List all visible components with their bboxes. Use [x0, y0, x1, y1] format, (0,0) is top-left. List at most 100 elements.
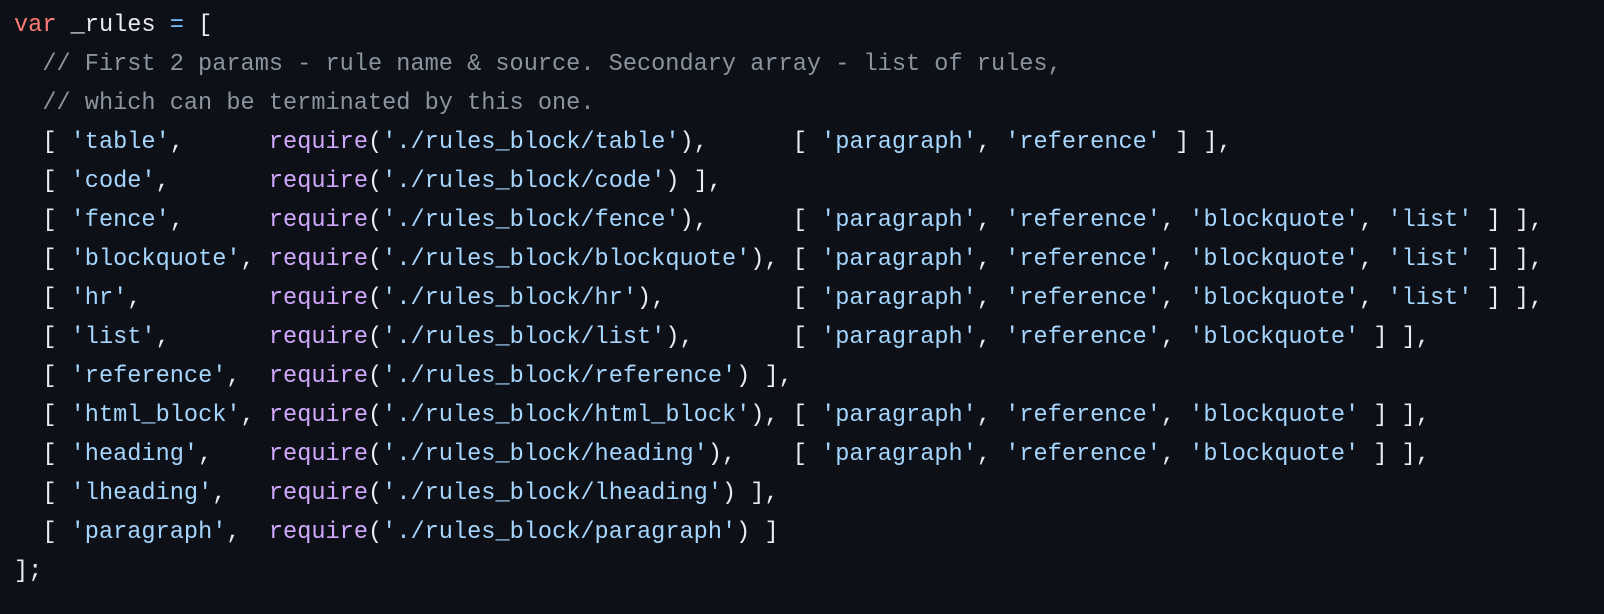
code-line: [ 'lheading', require('./rules_block/lhe… — [14, 474, 1604, 513]
punctuation-token: , — [198, 441, 269, 468]
string-token: 'paragraph' — [821, 324, 977, 351]
string-token: 'paragraph' — [821, 129, 977, 156]
punctuation-token: , — [1160, 246, 1190, 273]
string-token: 'blockquote' — [1189, 441, 1360, 468]
function-token: require — [268, 207, 369, 234]
string-token: 'heading' — [70, 441, 199, 468]
string-token: 'fence' — [70, 207, 170, 234]
punctuation-token: [ — [14, 441, 71, 468]
code-line: [ 'list', require('./rules_block/list'),… — [14, 318, 1604, 357]
string-token: 'paragraph' — [821, 246, 977, 273]
code-line: [ 'html_block', require('./rules_block/h… — [14, 396, 1604, 435]
punctuation-token: ), [ — [707, 441, 822, 468]
function-token: require — [268, 519, 368, 546]
string-token: 'reference' — [70, 363, 227, 390]
punctuation-token: ( — [368, 441, 383, 468]
punctuation-token: , — [1160, 402, 1190, 429]
code-line: [ 'heading', require('./rules_block/head… — [14, 435, 1604, 474]
punctuation-token: , — [1160, 324, 1190, 351]
string-token: 'blockquote' — [1189, 285, 1360, 312]
punctuation-token: ), [ — [679, 129, 822, 156]
code-line: ]; — [14, 552, 1604, 591]
string-token: 'paragraph' — [821, 285, 977, 312]
string-token: 'reference' — [1005, 402, 1161, 429]
string-token: 'reference' — [1005, 207, 1161, 234]
punctuation-token: [ — [14, 285, 71, 312]
punctuation-token: ]; — [14, 558, 43, 585]
punctuation-token: , — [155, 168, 269, 195]
string-token: './rules_block/heading' — [382, 441, 708, 468]
string-token: 'list' — [70, 324, 156, 351]
punctuation-token: ( — [368, 168, 383, 195]
punctuation-token: ] ], — [1472, 285, 1544, 312]
punctuation-token: , — [1160, 441, 1190, 468]
string-token: './rules_block/fence' — [382, 207, 680, 234]
string-token: 'reference' — [1005, 441, 1161, 468]
punctuation-token: [ — [14, 480, 71, 507]
punctuation-token: ] ], — [1359, 441, 1430, 468]
punctuation-token: ] ], — [1472, 207, 1544, 234]
string-token: 'blockquote' — [1189, 246, 1360, 273]
punctuation-token: , — [976, 129, 1006, 156]
punctuation-token: ( — [368, 246, 383, 273]
punctuation-token: , — [127, 285, 269, 312]
string-token: './rules_block/lheading' — [382, 480, 722, 507]
punctuation-token: [ — [183, 12, 213, 39]
punctuation-token: ), [ — [679, 207, 822, 234]
function-token: require — [268, 363, 368, 390]
function-token: require — [268, 285, 368, 312]
punctuation-token: _rules — [56, 12, 170, 39]
punctuation-token: [ — [14, 363, 71, 390]
punctuation-token: , — [155, 324, 269, 351]
code-line: [ 'reference', require('./rules_block/re… — [14, 357, 1604, 396]
punctuation-token: ), [ — [637, 285, 822, 312]
punctuation-token: [ — [14, 207, 71, 234]
punctuation-token: ) ], — [665, 168, 722, 195]
string-token: 'hr' — [70, 285, 128, 312]
keyword-token: var — [14, 12, 57, 39]
punctuation-token: , — [1359, 285, 1388, 312]
code-block: var _rules = [ // First 2 params - rule … — [0, 0, 1604, 591]
string-token: 'paragraph' — [821, 402, 977, 429]
punctuation-token: , — [226, 519, 269, 546]
string-token: './rules_block/hr' — [382, 285, 638, 312]
code-line: [ 'code', require('./rules_block/code') … — [14, 162, 1604, 201]
string-token: './rules_block/reference' — [382, 363, 737, 390]
punctuation-token: [ — [14, 129, 71, 156]
string-token: 'lheading' — [70, 480, 213, 507]
punctuation-token: ) ], — [736, 363, 793, 390]
punctuation-token: , — [976, 441, 1006, 468]
string-token: 'list' — [1387, 246, 1473, 273]
function-token: require — [268, 246, 368, 273]
code-line: [ 'fence', require('./rules_block/fence'… — [14, 201, 1604, 240]
punctuation-token: ( — [368, 363, 383, 390]
function-token: require — [268, 480, 368, 507]
punctuation-token: , — [240, 246, 269, 273]
punctuation-token: , — [976, 207, 1006, 234]
code-line: [ 'paragraph', require('./rules_block/pa… — [14, 513, 1604, 552]
string-token: './rules_block/list' — [382, 324, 666, 351]
punctuation-token: , — [1359, 246, 1388, 273]
string-token: 'blockquote' — [1189, 402, 1360, 429]
punctuation-token: ( — [368, 480, 383, 507]
code-line: [ 'hr', require('./rules_block/hr'), [ '… — [14, 279, 1604, 318]
punctuation-token: , — [976, 285, 1006, 312]
string-token: 'list' — [1387, 285, 1473, 312]
string-token: 'table' — [70, 129, 170, 156]
string-token: './rules_block/paragraph' — [382, 519, 737, 546]
code-line: // First 2 params - rule name & source. … — [14, 45, 1604, 84]
string-token: 'html_block' — [70, 402, 241, 429]
string-token: 'reference' — [1005, 129, 1161, 156]
code-line: var _rules = [ — [14, 6, 1604, 45]
punctuation-token: , — [240, 402, 269, 429]
comment-token: // which can be terminated by this one. — [14, 90, 595, 117]
string-token: 'paragraph' — [821, 207, 977, 234]
punctuation-token: ( — [368, 402, 383, 429]
punctuation-token: , — [169, 129, 269, 156]
punctuation-token: [ — [14, 246, 71, 273]
punctuation-token: [ — [14, 324, 71, 351]
punctuation-token: [ — [14, 519, 71, 546]
string-token: './rules_block/table' — [382, 129, 680, 156]
punctuation-token: ), [ — [750, 246, 822, 273]
punctuation-token: , — [169, 207, 269, 234]
